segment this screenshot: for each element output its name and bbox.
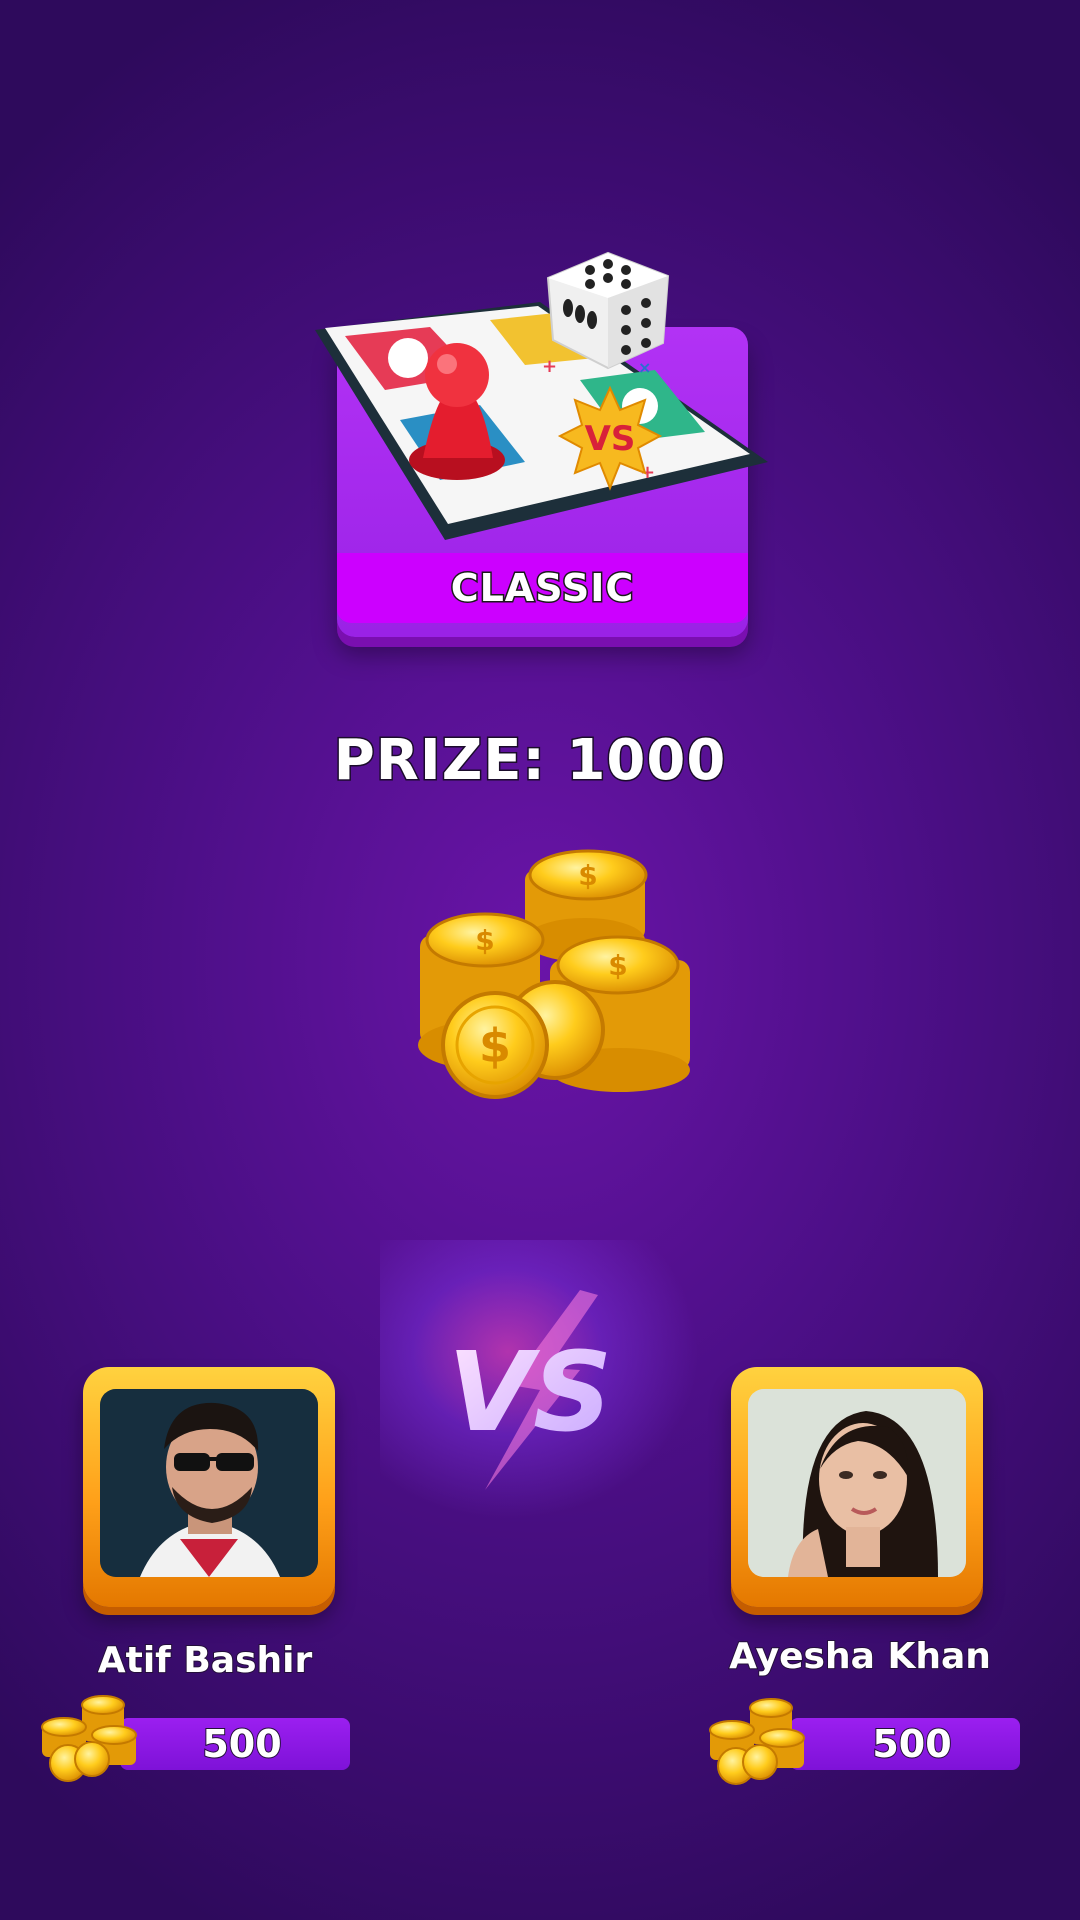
player2-coins-value: 500: [871, 1721, 952, 1767]
prize-text: PRIZE: 1000: [332, 727, 727, 795]
coin-stack-icon: [709, 1698, 805, 1785]
player2-name: Ayesha Khan: [728, 1635, 992, 1678]
player2-avatar-frame[interactable]: [731, 1367, 983, 1607]
player1-name: Atif Bashir: [97, 1639, 314, 1682]
coin-stack-icon: [41, 1695, 137, 1782]
svg-text:$: $: [578, 859, 597, 892]
player1-avatar: [100, 1389, 318, 1577]
ludo-board-icon: + × + VS: [315, 251, 768, 540]
svg-text:×: ×: [638, 358, 651, 377]
player1-avatar-frame[interactable]: [83, 1367, 335, 1607]
player1-coins-value: 500: [201, 1721, 282, 1767]
coin-pile-icon: $ $ $ $: [418, 849, 690, 1099]
svg-text:+: +: [542, 356, 557, 377]
svg-text:$: $: [608, 949, 627, 982]
mode-vs-badge: VS: [585, 419, 636, 459]
player2-avatar: [748, 1389, 966, 1577]
versus-emblem: VS: [448, 1290, 612, 1490]
svg-text:$: $: [475, 924, 494, 957]
mode-label-band: CLASSIC: [337, 553, 748, 623]
versus-text: VS: [448, 1328, 612, 1456]
player1-coin-balance: 500: [120, 1718, 350, 1770]
mode-label: CLASSIC: [449, 565, 635, 612]
svg-text:$: $: [479, 1019, 511, 1073]
player2-coin-balance: 500: [790, 1718, 1020, 1770]
